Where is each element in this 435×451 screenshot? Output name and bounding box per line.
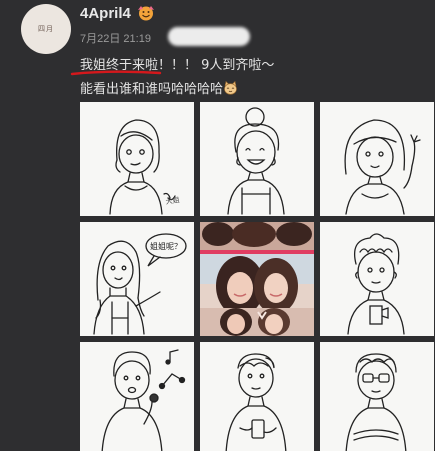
sketch-girl-speech-bubble-image: 姐姐呢？ (93, 233, 187, 335)
cat-face-icon (224, 81, 237, 95)
redacted-source (168, 27, 250, 46)
image-tile-6[interactable] (320, 222, 434, 336)
sketch-girl-bob-image (344, 119, 421, 215)
post-text-line2-label: 能看出谁和谁吗哈哈哈哈 (80, 82, 224, 97)
image-tile-8[interactable] (200, 342, 314, 451)
sketch-girl-glasses-image: 大姐 (109, 119, 180, 215)
avatar-text: 四月 (38, 25, 54, 33)
sketch-girl-bun-image (227, 107, 285, 215)
post-text-line1: 我姐终于来啦！！！ 9人到齐啦～ (80, 58, 275, 73)
post-timestamp: 7月22日 21:19 (80, 33, 151, 45)
weibo-post: 四月 4April4 7月22日 21:19 我姐终于来啦！！！ 9人到齐啦～ … (0, 0, 435, 451)
post-text-line2: 能看出谁和谁吗哈哈哈哈 (80, 78, 238, 97)
sketch-boy-phone-image (225, 353, 287, 451)
sketch-boy-curly-image (347, 233, 405, 335)
image-tile-9[interactable] (320, 342, 434, 451)
image-tile-1[interactable]: 大姐 (80, 102, 194, 216)
sketch-boy-glasses-image (345, 353, 407, 451)
speech-bubble-text: 姐姐呢？ (150, 241, 182, 251)
image-grid: 大姐 姐姐呢？ (80, 102, 435, 451)
svg-text:大姐: 大姐 (165, 195, 180, 206)
emoji-face-icon (138, 6, 154, 21)
image-tile-4[interactable]: 姐姐呢？ (80, 222, 194, 336)
username[interactable]: 4April4 (80, 5, 131, 22)
image-tile-3[interactable] (320, 102, 434, 216)
photo-two-girls-image (200, 222, 314, 336)
avatar[interactable]: 四月 (21, 4, 71, 54)
sketch-boy-singing-image (101, 349, 186, 451)
image-tile-2[interactable] (200, 102, 314, 216)
image-tile-7[interactable] (80, 342, 194, 451)
image-tile-5[interactable] (200, 222, 314, 336)
